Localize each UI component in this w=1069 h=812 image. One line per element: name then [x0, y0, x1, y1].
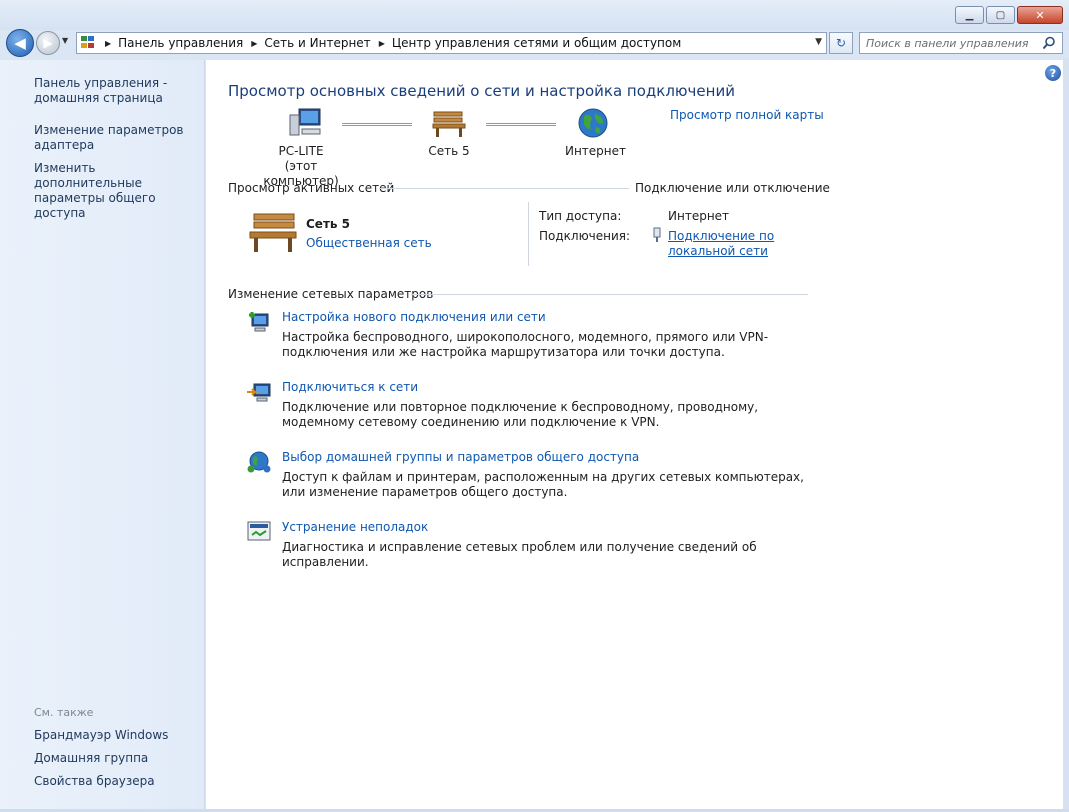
lan-plug-icon	[653, 227, 661, 242]
task-title-link[interactable]: Выбор домашней группы и параметров общег…	[282, 450, 639, 464]
sidebar-link-home[interactable]: Панель управления - домашняя страница	[34, 76, 199, 106]
address-dropdown-icon[interactable]: ▼	[815, 37, 822, 47]
breadcrumb-control-panel[interactable]: Панель управления	[118, 36, 243, 50]
maximize-icon: ▢	[995, 9, 1006, 21]
active-network-name: Сеть 5	[306, 217, 351, 231]
network-type-link[interactable]: Общественная сеть	[306, 236, 432, 250]
breadcrumb-separator-icon[interactable]: ▶	[105, 39, 111, 48]
computer-icon	[289, 108, 321, 136]
globe-icon	[578, 108, 608, 138]
address-bar[interactable]: ▶ Панель управления ▶ Сеть и Интернет ▶ …	[76, 32, 827, 54]
task-title-link[interactable]: Устранение неполадок	[282, 520, 428, 534]
connections-label: Подключения:	[539, 229, 631, 243]
search-box	[859, 32, 1063, 54]
section-divider	[379, 188, 629, 189]
lan-connection-link-line1[interactable]: Подключение по	[668, 229, 774, 244]
computer-name: PC-LITE	[278, 144, 324, 158]
window-controls: ▁ ▢ ✕	[955, 6, 1063, 24]
search-icon[interactable]	[1042, 36, 1056, 50]
breadcrumb-separator-icon[interactable]: ▶	[379, 39, 385, 48]
sidebar-link-browser-properties[interactable]: Свойства браузера	[34, 774, 199, 789]
refresh-icon: ↻	[835, 36, 847, 50]
homegroup-icon	[247, 451, 271, 473]
see-also-heading: См. также	[34, 706, 94, 719]
full-map-link[interactable]: Просмотр полной карты	[670, 108, 824, 122]
search-input[interactable]	[866, 34, 1044, 52]
connect-network-icon	[247, 383, 271, 402]
breadcrumb-separator-icon[interactable]: ▶	[251, 39, 257, 48]
vertical-divider	[528, 202, 529, 266]
change-settings-heading: Изменение сетевых параметров	[228, 287, 434, 301]
sidebar-link-adapter-settings[interactable]: Изменение параметров адаптера	[34, 123, 199, 153]
page-title: Просмотр основных сведений о сети и наст…	[228, 82, 735, 100]
navigation-bar: ◀ ▶ ▼ ▶ Панель управления ▶ Сеть и Интер…	[0, 28, 1069, 58]
connect-disconnect-link[interactable]: Подключение или отключение	[635, 181, 830, 195]
control-panel-icon	[81, 36, 97, 50]
sidebar-link-homegroup[interactable]: Домашняя группа	[34, 751, 199, 766]
sidebar-link-sharing-settings[interactable]: Изменить дополнительные параметры общего…	[34, 161, 199, 221]
task-title-link[interactable]: Подключиться к сети	[282, 380, 418, 394]
close-button[interactable]: ✕	[1017, 6, 1063, 24]
breadcrumb-network-center[interactable]: Центр управления сетями и общим доступом	[392, 36, 681, 50]
close-icon: ✕	[1035, 8, 1045, 22]
access-type-label: Тип доступа:	[539, 209, 622, 223]
map-internet-label: Интернет	[564, 144, 627, 158]
map-link-line	[342, 123, 412, 126]
section-divider	[411, 294, 808, 295]
bench-icon	[432, 111, 466, 137]
task-description: Доступ к файлам и принтерам, расположенн…	[282, 470, 804, 499]
task-title-link[interactable]: Настройка нового подключения или сети	[282, 310, 546, 324]
breadcrumb-network-internet[interactable]: Сеть и Интернет	[264, 36, 370, 50]
lan-connection-link-line2[interactable]: локальной сети	[668, 244, 774, 259]
window-frame-right	[1063, 58, 1069, 812]
back-arrow-icon: ◀	[14, 34, 26, 52]
public-network-bench-icon	[249, 213, 297, 252]
back-button[interactable]: ◀	[6, 29, 34, 57]
title-bar: ▁ ▢ ✕	[0, 0, 1069, 30]
task-description: Подключение или повторное подключение к …	[282, 400, 759, 429]
troubleshoot-icon	[247, 521, 271, 541]
active-networks-heading: Просмотр активных сетей	[228, 181, 395, 195]
main-content: ? Просмотр основных сведений о сети и на…	[206, 60, 1063, 809]
map-link-line	[486, 123, 556, 126]
minimize-button[interactable]: ▁	[955, 6, 984, 24]
recent-pages-dropdown[interactable]: ▼	[62, 36, 68, 45]
new-connection-icon	[249, 312, 269, 332]
access-type-value: Интернет	[668, 209, 730, 223]
minimize-icon: ▁	[965, 9, 974, 21]
map-network-label: Сеть 5	[428, 144, 470, 158]
forward-arrow-icon: ▶	[43, 36, 53, 50]
sidebar: Панель управления - домашняя страница Из…	[0, 60, 205, 809]
maximize-button[interactable]: ▢	[986, 6, 1015, 24]
sidebar-link-firewall[interactable]: Брандмауэр Windows	[34, 728, 199, 743]
task-description: Диагностика и исправление сетевых пробле…	[282, 540, 757, 569]
lan-connection-link[interactable]: Подключение по локальной сети	[668, 229, 774, 259]
help-icon[interactable]: ?	[1045, 65, 1061, 81]
forward-button[interactable]: ▶	[36, 31, 60, 55]
refresh-button[interactable]: ↻	[829, 32, 853, 54]
task-description: Настройка беспроводного, широкополосного…	[282, 330, 769, 359]
